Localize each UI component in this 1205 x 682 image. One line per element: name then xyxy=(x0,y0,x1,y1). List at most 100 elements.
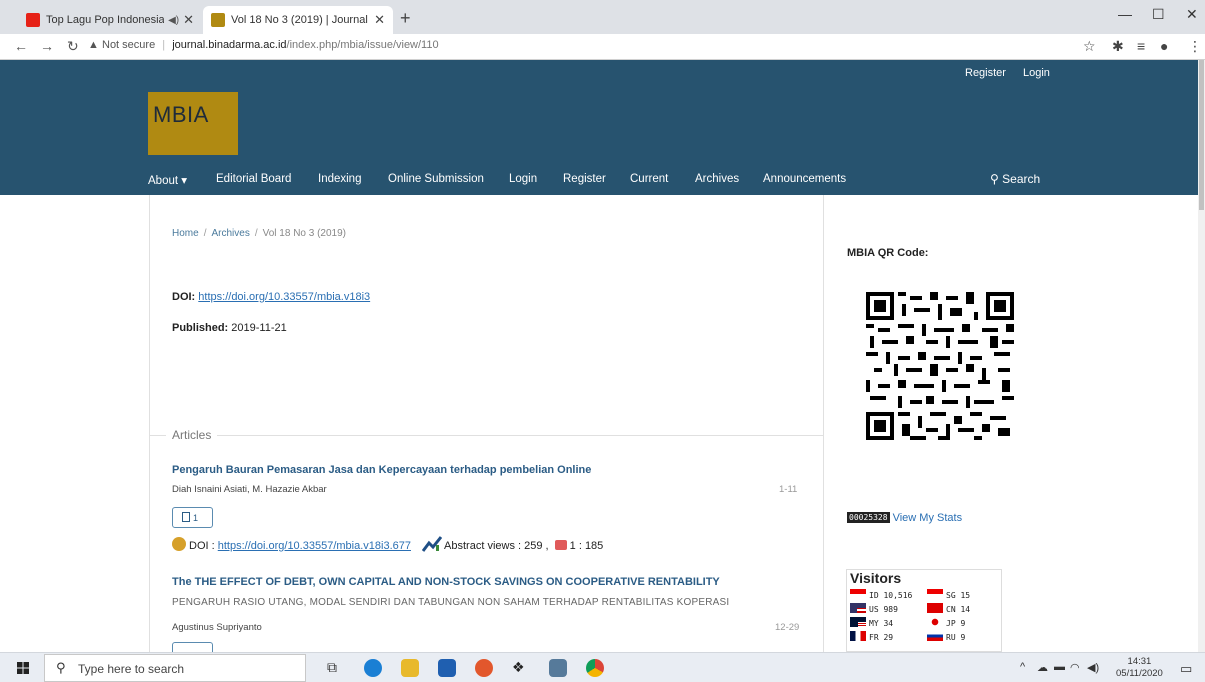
nav-editorial-board[interactable]: Editorial Board xyxy=(216,173,291,185)
tray-chevron-icon[interactable]: ^ xyxy=(1020,661,1025,673)
nav-register[interactable]: Register xyxy=(563,173,606,185)
url-path: /index.php/mbia/issue/view/110 xyxy=(286,39,439,51)
view-my-stats-link[interactable]: View My Stats xyxy=(893,512,963,524)
not-secure-label: Not secure xyxy=(102,39,156,51)
edge-icon[interactable] xyxy=(364,659,382,677)
task-view-icon[interactable]: ⧉ xyxy=(327,659,345,677)
articles-divider xyxy=(149,435,824,436)
visitors-widget[interactable]: Visitors ID 10,516 SG 15 US 989 CN 14 MY… xyxy=(846,569,1002,652)
search-link[interactable]: ⚲ Search xyxy=(990,172,1040,186)
warning-icon[interactable]: ▲ xyxy=(88,39,99,51)
visit-counter: 00025328 xyxy=(847,512,890,523)
extensions-icon[interactable]: ✱ xyxy=(1112,38,1124,55)
document-icon xyxy=(182,512,190,522)
breadcrumb-home[interactable]: Home xyxy=(172,228,199,239)
visitor-row: RU 9 xyxy=(927,631,965,642)
issue-published: Published: 2019-11-21 xyxy=(172,322,287,334)
battery-icon[interactable]: ▬ xyxy=(1054,661,1065,673)
nav-online-submission[interactable]: Online Submission xyxy=(388,173,484,185)
flag-ru-icon xyxy=(927,631,943,641)
forward-icon[interactable]: → xyxy=(40,38,54,54)
file-explorer-icon[interactable] xyxy=(401,659,419,677)
nav-current[interactable]: Current xyxy=(630,173,668,185)
taskbar-clock[interactable]: 14:31 05/11/2020 xyxy=(1116,656,1163,680)
app-window-icon[interactable] xyxy=(549,659,567,677)
article-doi-label: DOI : xyxy=(189,540,215,552)
issue-doi-link[interactable]: https://doi.org/10.33557/mbia.v18i3 xyxy=(198,291,370,303)
minimize-icon[interactable]: — xyxy=(1118,6,1132,22)
dropbox-icon[interactable]: ❖ xyxy=(512,659,530,677)
published-label: Published: xyxy=(172,322,229,334)
nav-login[interactable]: Login xyxy=(509,173,537,185)
article-pages: 12-29 xyxy=(775,622,800,633)
tab-journal[interactable]: Vol 18 No 3 (2019) | Journal Man ✕ xyxy=(203,6,393,34)
windows-start-icon[interactable] xyxy=(17,662,29,674)
notifications-icon[interactable]: ▭ xyxy=(1180,661,1192,677)
taskbar-search-box[interactable]: ⚲ Type here to search xyxy=(44,654,306,682)
close-tab-icon[interactable]: ✕ xyxy=(183,12,194,28)
site-logo[interactable]: MBIA xyxy=(148,92,238,155)
close-window-icon[interactable]: ✕ xyxy=(1186,6,1198,23)
visitor-row: CN 14 xyxy=(927,603,970,614)
nav-about[interactable]: About ▾ xyxy=(148,173,187,187)
close-tab-icon[interactable]: ✕ xyxy=(374,12,385,28)
galley-pdf-button[interactable] xyxy=(172,642,213,652)
doi-label: DOI: xyxy=(172,291,196,303)
printer-icon xyxy=(554,540,567,550)
register-link[interactable]: Register xyxy=(965,67,1006,79)
volume-icon[interactable]: ◀) xyxy=(1087,661,1099,674)
breadcrumb: Home / Archives / Vol 18 No 3 (2019) xyxy=(172,228,346,239)
visitor-row: SG 15 xyxy=(927,589,970,600)
article-doi-row: DOI : https://doi.org/10.33557/mbia.v18i… xyxy=(172,536,603,552)
bookmark-star-icon[interactable]: ☆ xyxy=(1083,38,1096,55)
search-icon: ⚲ xyxy=(56,660,66,675)
profile-icon[interactable]: ● xyxy=(1160,38,1168,54)
url-field[interactable]: Not secure | journal.binadarma.ac.id/ind… xyxy=(102,39,439,51)
article-title-link[interactable]: The THE EFFECT OF DEBT, OWN CAPITAL AND … xyxy=(172,576,720,588)
wifi-icon[interactable]: ◠ xyxy=(1070,661,1080,674)
mail-icon[interactable] xyxy=(438,659,456,677)
tab-title: Top Lagu Pop Indonesia Terb xyxy=(46,14,165,26)
article-title-link[interactable]: Pengaruh Bauran Pemasaran Jasa dan Keper… xyxy=(172,464,591,476)
abstract-views: Abstract views : 259 , xyxy=(444,540,549,552)
speaker-icon[interactable]: ◀) xyxy=(168,15,179,26)
article-subtitle: PENGARUH RASIO UTANG, MODAL SENDIRI DAN … xyxy=(172,597,730,608)
article-authors: Agustinus Supriyanto xyxy=(172,622,262,633)
visitor-row: FR 29 xyxy=(850,631,893,642)
download-count: 1 : 185 xyxy=(569,540,604,552)
breadcrumb-archives[interactable]: Archives xyxy=(211,228,249,239)
issue-doi: DOI: https://doi.org/10.33557/mbia.v18i3 xyxy=(172,291,370,303)
menu-icon[interactable]: ⋮ xyxy=(1188,38,1202,55)
onedrive-icon[interactable]: ☁ xyxy=(1037,661,1048,674)
nav-archives[interactable]: Archives xyxy=(695,173,739,185)
galley-pdf-button[interactable]: 1 xyxy=(172,507,213,528)
nav-indexing[interactable]: Indexing xyxy=(318,173,361,185)
page-scrollbar[interactable] xyxy=(1198,60,1205,652)
published-date: 2019-11-21 xyxy=(231,322,287,334)
clock-time: 14:31 xyxy=(1127,656,1152,667)
stats-widget: 00025328 View My Stats xyxy=(847,512,962,524)
chrome-icon[interactable] xyxy=(586,659,604,677)
back-icon[interactable]: ← xyxy=(14,38,28,54)
login-link[interactable]: Login xyxy=(1023,67,1050,79)
visitor-row: MY 34 xyxy=(850,617,893,628)
flag-fr-icon xyxy=(850,631,866,641)
new-tab-button[interactable]: + xyxy=(400,8,411,29)
firefox-icon[interactable] xyxy=(475,659,493,677)
scrollbar-thumb[interactable] xyxy=(1199,60,1204,210)
url-domain: journal.binadarma.ac.id xyxy=(172,39,287,51)
flag-jp-icon xyxy=(927,617,943,627)
flag-my-icon xyxy=(850,617,866,627)
tab-youtube[interactable]: Top Lagu Pop Indonesia Terb ◀) ✕ xyxy=(18,6,202,34)
browser-tab-bar: Top Lagu Pop Indonesia Terb ◀) ✕ Vol 18 … xyxy=(0,0,1205,34)
search-icon: ⚲ xyxy=(990,172,999,186)
reading-list-icon[interactable]: ≡ xyxy=(1137,38,1145,54)
galley-label: 1 xyxy=(193,513,199,523)
flag-id-icon xyxy=(850,589,866,599)
maximize-icon[interactable]: ☐ xyxy=(1152,6,1165,23)
reload-icon[interactable]: ↻ xyxy=(67,38,79,55)
article-doi-link[interactable]: https://doi.org/10.33557/mbia.v18i3.677 xyxy=(218,540,411,552)
nav-announcements[interactable]: Announcements xyxy=(763,173,846,185)
visitor-row: ID 10,516 xyxy=(850,589,912,600)
tab-title: Vol 18 No 3 (2019) | Journal Man xyxy=(231,14,370,26)
